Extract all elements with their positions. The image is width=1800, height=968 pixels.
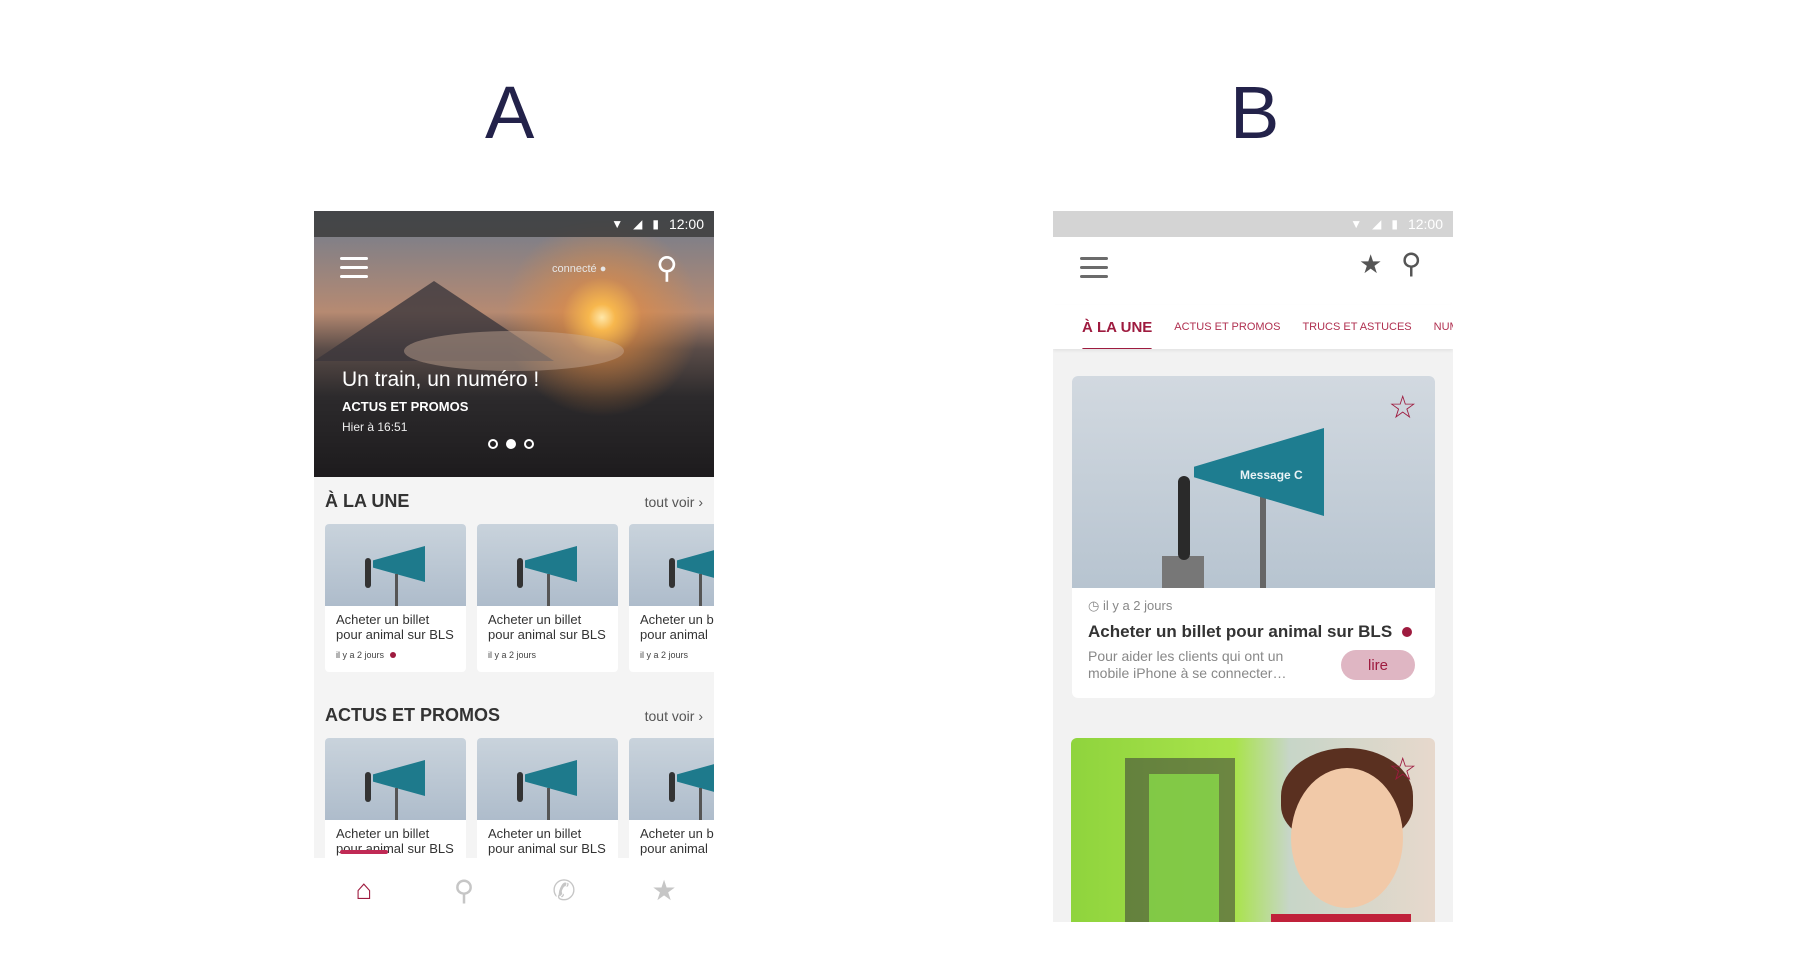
hero-title: Un train, un numéro ! — [342, 368, 540, 391]
read-button[interactable]: lire — [1341, 650, 1415, 680]
tab-trucs-et-astuces[interactable]: TRUCS ET ASTUCES — [1302, 321, 1411, 333]
second-article-card[interactable]: ☆ — [1071, 738, 1435, 922]
brand-logo-icon[interactable]: ⚲ — [656, 251, 678, 286]
article-thumbnail — [629, 524, 714, 606]
wifi-icon: ▼ — [611, 217, 624, 231]
article-thumbnail — [477, 524, 618, 606]
article-title: Acheter un billet pour animal — [640, 826, 714, 856]
connected-status: connecté ● — [552, 263, 607, 275]
featured-article-card[interactable]: Message C ☆ ◷ il y a 2 jours Acheter un … — [1072, 376, 1435, 698]
hero-time: Hier à 16:51 — [342, 420, 408, 434]
article-thumbnail — [477, 738, 618, 820]
carousel-dots[interactable] — [488, 439, 534, 449]
hero-category: ACTUS ET PROMOS — [342, 399, 469, 414]
status-time: 12:00 — [668, 216, 704, 232]
see-all-link[interactable]: tout voir › — [645, 708, 703, 724]
carousel-dot[interactable] — [524, 439, 534, 449]
clock-icon: ◷ — [1088, 598, 1100, 613]
favorites-star-icon[interactable]: ★ — [1359, 249, 1382, 280]
carousel-dot[interactable] — [488, 439, 498, 449]
status-bar: ▼ ◢ ▮ 12:00 — [1053, 211, 1453, 237]
battery-icon: ▮ — [1391, 217, 1398, 231]
section-header-a-la-une: À LA UNE tout voir › — [325, 491, 703, 512]
search-icon[interactable]: ⚲ — [1401, 247, 1422, 280]
article-card[interactable]: Acheter un billet pour animal sur BLS il… — [477, 524, 618, 672]
favorite-star-icon[interactable]: ☆ — [1388, 750, 1417, 788]
app-top-bar: ★ ⚲ — [1053, 237, 1453, 305]
unread-dot — [390, 652, 397, 658]
tab-actus-et-promos[interactable]: ACTUS ET PROMOS — [1174, 321, 1280, 333]
lake-shape — [404, 331, 624, 371]
variant-a-label: A — [485, 71, 535, 154]
section-title: À LA UNE — [325, 491, 410, 511]
article-title: Acheter un billet pour animal sur BLS — [336, 612, 454, 642]
status-bar: ▼ ◢ ▮ 12:00 — [314, 211, 714, 237]
category-tabs: À LA UNE ACTUS ET PROMOS TRUCS ET ASTUCE… — [1053, 305, 1453, 349]
phone-mockup-b: ▼ ◢ ▮ 12:00 ★ ⚲ À LA UNE ACTUS ET PROMOS… — [1053, 211, 1453, 922]
article-meta: ◷ il y a 2 jours — [1088, 598, 1173, 613]
article-thumbnail — [629, 738, 714, 820]
see-all-link[interactable]: tout voir › — [645, 494, 703, 510]
bottom-navigation: ⌂ ⚲ ✆ ★ — [314, 850, 714, 922]
article-body: Pour aider les clients qui ont un mobile… — [1072, 642, 1435, 698]
battery-icon: ▮ — [652, 217, 659, 231]
article-title: Acheter un billet pour animal sur BLS — [488, 826, 606, 856]
article-title: Acheter un billet pour animal sur BLS — [1072, 614, 1435, 642]
hero-banner[interactable] — [314, 211, 714, 477]
article-title: Acheter un billet pour animal sur BLS — [488, 612, 606, 642]
cards-row-a-la-une: Acheter un billet pour animal sur BLS il… — [325, 524, 714, 672]
section-title: ACTUS ET PROMOS — [325, 705, 501, 725]
phone-icon[interactable]: ✆ — [534, 874, 594, 907]
article-thumbnail — [325, 738, 466, 820]
article-card[interactable]: Acheter un billet pour animal il y a 2 j… — [629, 524, 714, 672]
megaphone-text: Message C — [1240, 468, 1303, 482]
article-meta: il y a 2 jours — [325, 642, 466, 660]
article-title: Acheter un billet pour animal — [640, 612, 714, 642]
signal-icon: ◢ — [1372, 217, 1382, 231]
star-icon[interactable]: ★ — [634, 874, 694, 907]
status-time: 12:00 — [1407, 216, 1443, 232]
article-meta: il y a 2 jours — [640, 650, 689, 660]
tab-numeros[interactable]: NUMÉ — [1434, 321, 1453, 333]
search-icon[interactable]: ⚲ — [434, 874, 494, 907]
wifi-icon: ▼ — [1350, 217, 1363, 231]
menu-icon[interactable] — [1080, 257, 1108, 284]
favorite-star-icon[interactable]: ☆ — [1388, 388, 1417, 426]
article-image: Message C ☆ — [1072, 376, 1435, 588]
article-description: Pour aider les clients qui ont un mobile… — [1088, 648, 1287, 681]
article-meta: il y a 2 jours — [488, 650, 537, 660]
article-card[interactable]: Acheter un billet pour animal sur BLS il… — [325, 524, 466, 672]
unread-dot — [1402, 627, 1413, 637]
tab-a-la-une[interactable]: À LA UNE — [1082, 319, 1153, 349]
home-icon[interactable]: ⌂ — [334, 850, 394, 906]
variant-b-label: B — [1230, 71, 1280, 154]
article-thumbnail — [325, 524, 466, 606]
phone-mockup-a: ▼ ◢ ▮ 12:00 connecté ● ⚲ Un train, un nu… — [314, 211, 714, 922]
signal-icon: ◢ — [633, 217, 643, 231]
section-header-actus: ACTUS ET PROMOS tout voir › — [325, 705, 703, 726]
carousel-dot-active[interactable] — [506, 439, 516, 449]
menu-icon[interactable] — [340, 257, 368, 284]
